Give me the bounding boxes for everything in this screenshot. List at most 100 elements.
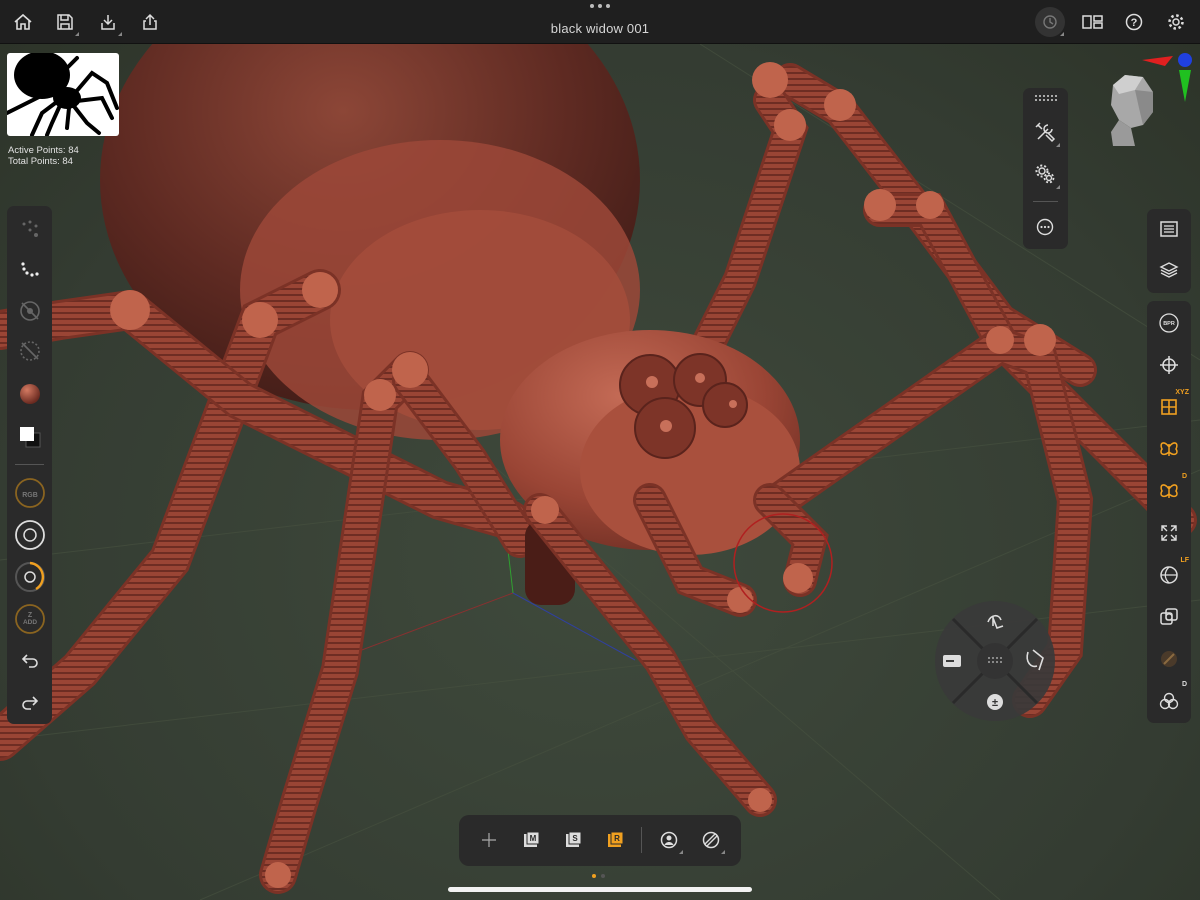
stroke-button[interactable]	[13, 252, 46, 285]
left-toolbar: RGB Z ADD	[7, 206, 52, 724]
s-box-icon: S	[566, 831, 582, 847]
butterfly-icon	[1160, 442, 1178, 456]
dotted-stroke-icon	[20, 261, 39, 277]
draw-size-icon	[14, 519, 45, 550]
tools-button[interactable]	[1029, 116, 1061, 148]
spider-model	[0, 44, 1200, 900]
frame-button[interactable]	[1153, 517, 1185, 549]
intensity-dial-icon	[14, 561, 45, 592]
svg-text:±: ±	[992, 697, 998, 709]
xyz-label: XYZ	[1175, 389, 1189, 396]
page-dot	[601, 874, 605, 878]
material-sphere-icon	[19, 383, 40, 404]
bpr-label: BPR	[1163, 321, 1175, 327]
symmetry-xyz-button[interactable]: XYZ	[1153, 389, 1189, 423]
move-transform-button[interactable]	[1153, 349, 1185, 381]
gizmo-button[interactable]	[474, 825, 504, 855]
color-swatch-button[interactable]	[13, 420, 46, 453]
properties-button[interactable]	[1153, 213, 1185, 245]
intensity-button[interactable]	[13, 560, 46, 593]
head-gizmo-icon	[1111, 75, 1153, 146]
divider	[15, 464, 44, 465]
material-ball-icon	[1161, 651, 1177, 667]
symmetry-d-button[interactable]: D	[1153, 473, 1187, 507]
d-label: D	[1181, 473, 1187, 480]
scale-brush-button[interactable]: S	[558, 825, 588, 855]
more-button[interactable]	[1029, 211, 1061, 243]
layout-button[interactable]	[1078, 7, 1108, 37]
help-icon: ?	[1125, 13, 1143, 31]
polyframe-button[interactable]: D	[1153, 681, 1187, 717]
m-box-icon: M	[524, 831, 540, 847]
settings-icon	[1168, 14, 1184, 30]
d2-label: D	[1181, 681, 1187, 688]
page-indicator[interactable]	[592, 874, 605, 878]
settings-button[interactable]	[1161, 7, 1191, 37]
pivot-points-icon	[22, 220, 38, 237]
layers-button[interactable]	[1153, 254, 1185, 286]
divider	[1033, 201, 1058, 202]
move-brush-button[interactable]: M	[516, 825, 546, 855]
properties-list-icon	[1160, 221, 1178, 237]
mask-off-icon	[19, 300, 40, 321]
home-indicator[interactable]	[448, 887, 752, 892]
material-button[interactable]	[13, 377, 46, 410]
solo-button[interactable]	[654, 825, 684, 855]
symmetry-butterfly-button[interactable]	[1153, 433, 1185, 465]
multitask-dots-icon[interactable]	[589, 4, 611, 14]
globe-grid-icon	[1160, 566, 1178, 584]
mask-button[interactable]	[13, 294, 46, 327]
xray-sphere-icon	[702, 831, 720, 849]
bottom-toolbar: M S R	[459, 815, 741, 866]
transparency-button[interactable]	[1153, 601, 1185, 633]
symmetry-grid-icon	[1161, 399, 1177, 415]
zadd-icon: ZADD	[14, 603, 45, 634]
divider	[641, 827, 642, 853]
redo-icon	[21, 695, 38, 710]
polygroup-off-icon	[19, 340, 40, 361]
crosshair-icon	[1160, 356, 1178, 374]
bpr-button[interactable]: BPR	[1153, 307, 1185, 339]
x-axis-arrow[interactable]	[1142, 56, 1173, 66]
active-points-label: Active Points: 84	[8, 145, 79, 156]
point-stats: Active Points: 84 Total Points: 84	[8, 145, 79, 167]
polygroup-button[interactable]	[13, 334, 46, 367]
tools-icon	[1035, 122, 1056, 143]
brush-icon[interactable]	[943, 655, 961, 667]
expand-icon	[1161, 525, 1177, 541]
history-button[interactable]	[1035, 7, 1065, 37]
xray-button[interactable]	[696, 825, 726, 855]
model-thumbnail[interactable]	[7, 53, 119, 136]
history-icon	[1043, 15, 1057, 29]
y-axis-arrow[interactable]	[1179, 70, 1191, 102]
draw-size-button[interactable]	[13, 518, 46, 551]
top-bar: black widow 001 ?	[0, 0, 1200, 44]
material-preview-button[interactable]	[1153, 643, 1185, 675]
pivot-button[interactable]	[13, 212, 46, 245]
layers-icon	[1159, 262, 1179, 278]
action-wheel[interactable]: ±	[933, 600, 1057, 722]
help-button[interactable]: ?	[1119, 7, 1149, 37]
navigation-gizmo[interactable]	[1095, 50, 1197, 150]
svg-text:M: M	[530, 834, 537, 843]
drag-handle-icon[interactable]	[1035, 95, 1057, 101]
layout-icon	[1082, 15, 1103, 29]
z-axis-dot[interactable]	[1178, 53, 1192, 67]
right-toolbar: BPR XYZ D LF D	[1147, 301, 1191, 723]
zadd-toggle-button[interactable]: Z ADD	[13, 602, 46, 635]
rgb-label: RGB	[22, 492, 38, 499]
more-icon	[1036, 218, 1054, 236]
undo-button[interactable]	[13, 644, 46, 677]
redo-button[interactable]	[13, 686, 46, 719]
three-circles-icon	[1159, 692, 1179, 710]
viewport-3d[interactable]	[0, 44, 1200, 900]
floor-grid-button[interactable]: LF	[1153, 557, 1189, 591]
bpr-icon: BPR	[1159, 313, 1179, 333]
tool-settings-button[interactable]	[1029, 158, 1061, 190]
plus-minus-icon[interactable]: ±	[987, 694, 1003, 710]
total-points-label: Total Points: 84	[8, 156, 73, 167]
gears-icon	[1035, 164, 1055, 184]
overlap-squares-icon	[1160, 608, 1178, 625]
rgb-toggle-button[interactable]: RGB	[13, 476, 46, 509]
rotate-brush-button[interactable]: R	[600, 825, 630, 855]
